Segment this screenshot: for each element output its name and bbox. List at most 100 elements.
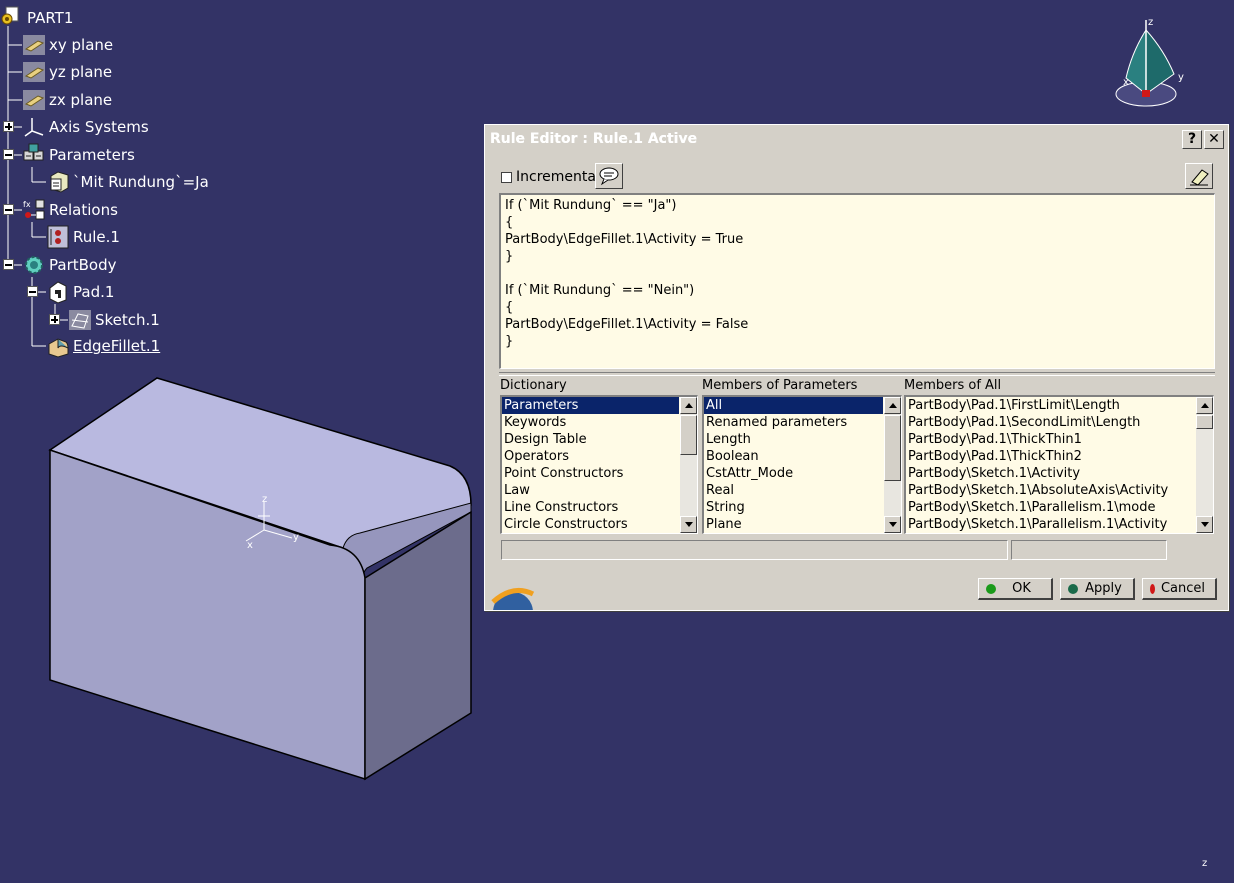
tree-item-parameters[interactable]: Parameters [3, 143, 135, 167]
list-item[interactable]: Operators [502, 448, 679, 465]
code-line: } [505, 249, 514, 264]
list-item[interactable]: Point Constructors [502, 465, 679, 482]
tree-item-relations[interactable]: fx Relations [3, 198, 118, 222]
collapse-minus-icon[interactable] [3, 204, 14, 215]
members-of-all-scrollbar[interactable] [1196, 397, 1213, 533]
tree-label-relations: Relations [49, 201, 118, 219]
code-line: If (`Mit Rundung` == "Nein") [505, 283, 695, 298]
dialog-titlebar[interactable]: Rule Editor : Rule.1 Active ? ✕ [487, 127, 1226, 151]
dictionary-header: Dictionary [500, 378, 567, 393]
cancel-button[interactable]: Cancel [1142, 578, 1217, 600]
tree-label-yz-plane: yz plane [49, 63, 113, 81]
part-document-icon [1, 6, 19, 25]
list-item[interactable]: CstAttr_Mode [704, 465, 883, 482]
edge-fillet-icon [48, 338, 69, 358]
list-item[interactable]: Length [704, 431, 883, 448]
rule-editor-dialog[interactable]: Rule Editor : Rule.1 Active ? ✕ Incremen… [484, 124, 1229, 611]
expand-plus-icon[interactable] [49, 314, 60, 325]
editor-splitter[interactable] [499, 372, 1215, 376]
rule-code-editor[interactable]: If (`Mit Rundung` == "Ja") { PartBody\Ed… [499, 193, 1215, 369]
list-item[interactable]: Line Constructors [502, 499, 679, 516]
box-part[interactable] [48, 377, 472, 781]
list-item[interactable]: All [704, 397, 883, 414]
code-line: { [505, 300, 514, 315]
tree-label-axis-systems: Axis Systems [49, 118, 149, 136]
scroll-up-arrow-icon[interactable] [1196, 397, 1213, 414]
compass-icon[interactable]: z y x [1108, 12, 1198, 112]
list-item[interactable]: String [704, 499, 883, 516]
tree-label-pad-1: Pad.1 [73, 283, 115, 301]
partbody-gear-icon [25, 256, 43, 274]
list-item[interactable]: Parameters [502, 397, 679, 414]
apply-button[interactable]: Apply [1060, 578, 1135, 600]
specification-tree[interactable]: PART1 xy plane yz plane zx plane Axis Sy… [0, 0, 480, 370]
apply-label: Apply [1085, 581, 1122, 596]
tree-label-parameters: Parameters [49, 146, 135, 164]
tree-item-axis-systems[interactable]: Axis Systems [3, 115, 149, 139]
dictionary-scrollbar[interactable] [680, 397, 697, 533]
tree-label-part1: PART1 [27, 9, 74, 27]
collapse-minus-icon[interactable] [3, 259, 14, 270]
list-item[interactable]: PartBody\Pad.1\FirstLimit\Length [906, 397, 1195, 414]
list-item[interactable]: Real [704, 482, 883, 499]
list-item[interactable]: Law [502, 482, 679, 499]
members-of-parameters-list[interactable]: All Renamed parameters Length Boolean Cs… [702, 395, 902, 534]
parameter-value-icon [50, 171, 69, 193]
tree-item-sketch-1[interactable]: Sketch.1 [49, 308, 160, 332]
ok-button[interactable]: OK [978, 578, 1053, 600]
list-item[interactable]: Boolean [704, 448, 883, 465]
tree-label-sketch-1: Sketch.1 [95, 311, 160, 329]
tree-item-param-mit-rundung[interactable]: `Mit Rundung`=Ja [46, 170, 209, 194]
collapse-minus-icon[interactable] [27, 286, 38, 297]
incremental-checkbox[interactable] [501, 171, 512, 183]
tree-label-edgefillet-1: EdgeFillet.1 [73, 337, 161, 355]
list-item[interactable]: PartBody\Sketch.1\AbsoluteAxis\Activity [906, 482, 1195, 499]
members-of-all-list[interactable]: PartBody\Pad.1\FirstLimit\Length PartBod… [904, 395, 1214, 534]
list-item[interactable]: Circle Constructors [502, 516, 679, 533]
compass-x-label: x [1123, 77, 1129, 88]
expand-plus-icon[interactable] [3, 121, 14, 132]
compass-y-label: y [1178, 72, 1184, 83]
scroll-thumb[interactable] [884, 415, 901, 481]
code-line: PartBody\EdgeFillet.1\Activity = True [505, 232, 744, 247]
scroll-up-arrow-icon[interactable] [884, 397, 901, 414]
tree-item-edgefillet-1[interactable]: EdgeFillet.1 [46, 334, 160, 358]
list-item[interactable]: Renamed parameters [704, 414, 883, 431]
scroll-thumb[interactable] [1196, 415, 1213, 429]
collapse-minus-icon[interactable] [3, 149, 14, 160]
help-button[interactable]: ? [1182, 130, 1202, 149]
list-item[interactable]: PartBody\Sketch.1\Activity [906, 465, 1195, 482]
members-of-parameters-scrollbar[interactable] [884, 397, 901, 533]
list-item[interactable]: PartBody\Sketch.1\Parallelism.1\Activity [906, 516, 1195, 533]
list-item[interactable]: PartBody\Pad.1\ThickThin1 [906, 431, 1195, 448]
list-item[interactable]: Plane [704, 516, 883, 533]
scroll-down-arrow-icon[interactable] [680, 516, 697, 533]
close-button[interactable]: ✕ [1204, 130, 1224, 149]
tree-item-part1[interactable]: PART1 [0, 6, 73, 30]
list-item[interactable]: PartBody\Pad.1\ThickThin2 [906, 448, 1195, 465]
eraser-button[interactable] [1185, 163, 1213, 189]
cancel-dot-icon [1150, 583, 1155, 594]
dictionary-list[interactable]: Parameters Keywords Design Table Operato… [500, 395, 698, 534]
scroll-thumb[interactable] [680, 415, 697, 455]
tree-item-pad-1[interactable]: Pad.1 [27, 280, 115, 304]
list-item[interactable]: PartBody\Sketch.1\Parallelism.1\mode [906, 499, 1195, 516]
scroll-down-arrow-icon[interactable] [1196, 516, 1213, 533]
tree-item-rule-1[interactable]: Rule.1 [46, 225, 120, 249]
tree-label-param-mit-rundung: `Mit Rundung`=Ja [73, 173, 209, 191]
list-item[interactable]: PartBody\Pad.1\SecondLimit\Length [906, 414, 1195, 431]
tree-item-xy-plane[interactable]: xy plane [22, 33, 113, 57]
tree-item-yz-plane[interactable]: yz plane [22, 60, 112, 84]
speech-bubble-button[interactable] [595, 163, 623, 189]
value-field [1011, 540, 1167, 560]
scroll-down-arrow-icon[interactable] [884, 516, 901, 533]
tree-item-partbody[interactable]: PartBody [3, 253, 116, 277]
incremental-checkbox-row[interactable]: Incremental [501, 169, 600, 185]
sketch-icon [69, 310, 91, 330]
tree-item-zx-plane[interactable]: zx plane [22, 88, 112, 112]
list-item[interactable]: Keywords [502, 414, 679, 431]
scroll-up-arrow-icon[interactable] [680, 397, 697, 414]
parameters-icon [23, 143, 44, 161]
list-item[interactable]: Design Table [502, 431, 679, 448]
tree-label-zx-plane: zx plane [49, 91, 113, 109]
